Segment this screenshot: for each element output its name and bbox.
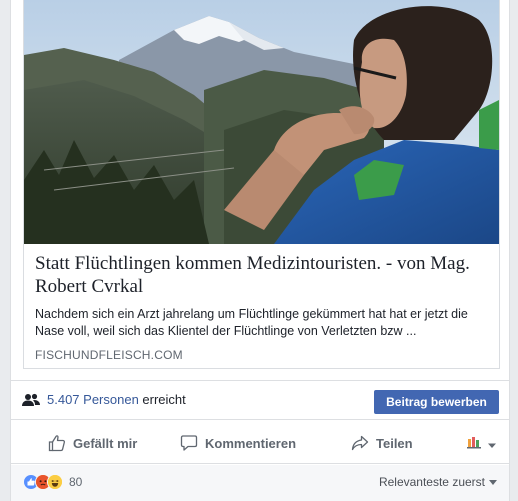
share-icon — [351, 434, 369, 452]
chevron-down-icon — [489, 479, 497, 485]
haha-icon — [47, 474, 63, 490]
comment-icon — [180, 434, 198, 452]
boost-post-button[interactable]: Beitrag bewerben — [374, 390, 499, 414]
people-icon — [22, 392, 40, 408]
post-card: Statt Flüchtlingen kommen Medizintourist… — [10, 0, 510, 501]
reactions-row: 80 Relevanteste zuerst — [11, 465, 509, 501]
reach-count-link[interactable]: 5.407 Personen — [47, 392, 139, 407]
reach-row: 5.407 Personen erreicht Beitrag bewerben — [11, 380, 509, 420]
comment-sort-dropdown[interactable]: Relevanteste zuerst — [379, 475, 497, 489]
reaction-summary[interactable]: 80 — [23, 474, 82, 490]
link-preview-image[interactable] — [24, 0, 499, 244]
like-button[interactable]: Gefällt mir — [48, 422, 137, 464]
link-description: Nachdem sich ein Arzt jahrelang um Flüch… — [35, 307, 468, 338]
sort-label: Relevanteste zuerst — [378, 475, 485, 489]
share-button[interactable]: Teilen — [351, 422, 413, 464]
share-label: Teilen — [376, 435, 413, 451]
comment-label: Kommentieren — [205, 435, 297, 451]
link-title[interactable]: Statt Flüchtlingen kommen Medizintourist… — [35, 252, 489, 298]
comment-button[interactable]: Kommentieren — [180, 422, 296, 464]
page-avatar-icon — [467, 436, 483, 455]
action-bar: Gefällt mir Kommentieren Teilen — [11, 422, 509, 464]
link-preview[interactable]: Statt Flüchtlingen kommen Medizintourist… — [23, 0, 500, 369]
like-label: Gefällt mir — [73, 435, 138, 451]
link-domain: FISCHUNDFLEISCH.COM — [35, 348, 183, 362]
thumbs-up-icon — [48, 434, 66, 452]
reach-text: 5.407 Personen erreicht — [47, 392, 186, 407]
link-text-block[interactable]: Statt Flüchtlingen kommen Medizintourist… — [35, 252, 489, 362]
chevron-down-icon — [487, 437, 497, 455]
reach-suffix: erreicht — [142, 392, 186, 407]
page-selector[interactable] — [467, 436, 497, 455]
reaction-count: 80 — [69, 475, 83, 489]
